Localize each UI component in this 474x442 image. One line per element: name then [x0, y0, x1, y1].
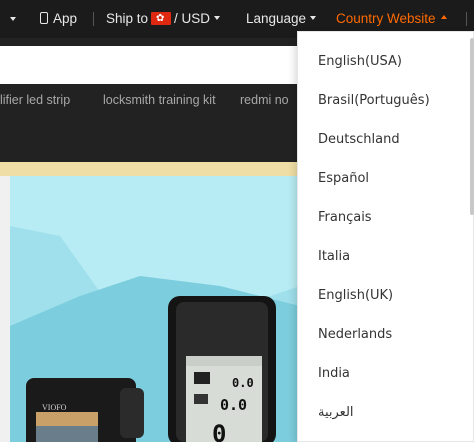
country-option[interactable]: English(USA)	[318, 54, 402, 69]
chevron-down-icon[interactable]	[10, 17, 16, 21]
bike-readout-2: 0.0	[220, 396, 247, 414]
country-website-selector[interactable]: Country Website	[336, 10, 447, 28]
app-link[interactable]: App	[40, 10, 77, 28]
currency-label: / USD	[174, 11, 211, 26]
country-option[interactable]: Italia	[318, 249, 350, 264]
chevron-up-icon	[440, 15, 447, 20]
keyword-link[interactable]: lifier led strip	[0, 93, 70, 107]
phone-icon	[40, 12, 48, 25]
dash-cam-brand: VIOFO	[42, 403, 67, 412]
language-selector[interactable]: Language	[246, 10, 317, 28]
chevron-down-icon	[214, 16, 221, 21]
bike-readout-1: 0.0	[232, 376, 254, 390]
keyword-link[interactable]: redmi no	[240, 93, 289, 107]
dropdown-scrollbar[interactable]	[470, 38, 474, 215]
divider	[466, 12, 467, 26]
dash-cam-device: VIOFO	[26, 378, 144, 442]
country-option[interactable]: Français	[318, 210, 372, 225]
app-label: App	[53, 11, 78, 26]
bike-readout-3: 0	[212, 420, 226, 442]
country-option[interactable]: Español	[318, 171, 369, 186]
country-option[interactable]: Nederlands	[318, 327, 392, 342]
chevron-down-icon	[310, 16, 317, 21]
language-label: Language	[246, 11, 307, 26]
divider	[93, 12, 94, 26]
search-input[interactable]	[0, 46, 310, 84]
bike-computer-device: 0.0 0.0 0	[168, 296, 276, 442]
country-option[interactable]: Deutschland	[318, 132, 400, 147]
keyword-link[interactable]: locksmith training kit	[103, 93, 216, 107]
hong-kong-flag-icon	[151, 10, 172, 28]
country-option[interactable]: English(UK)	[318, 288, 393, 303]
ship-to-selector[interactable]: Ship to / USD	[106, 10, 221, 28]
country-option[interactable]: العربية	[318, 405, 354, 420]
ship-to-label: Ship to	[106, 11, 149, 26]
country-website-label: Country Website	[336, 11, 436, 26]
country-option[interactable]: India	[318, 366, 350, 381]
country-option[interactable]: Brasil(Português)	[318, 93, 430, 108]
country-website-dropdown: English(USA) Brasil(Português) Deutschla…	[297, 31, 474, 442]
